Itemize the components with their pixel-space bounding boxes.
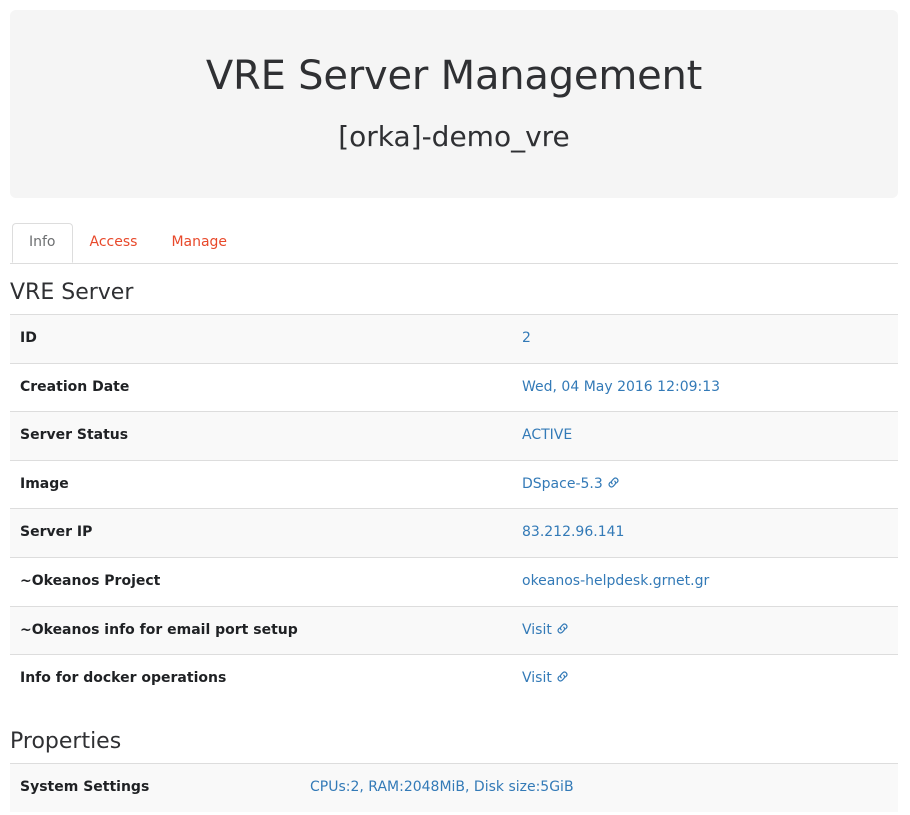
vre-server-table: ID 2 Creation Date Wed, 04 May 2016 12:0… [10,313,898,703]
row-value: okeanos-helpdesk.grnet.gr [512,557,898,607]
section-heading-vre-server: VRE Server [10,279,134,305]
table-row: Creation Date Wed, 04 May 2016 12:09:13 [10,363,898,413]
row-value: Wed, 04 May 2016 12:09:13 [512,363,898,413]
row-value: 83.212.96.141 [512,508,898,558]
image-link[interactable]: DSpace-5.3 [522,476,620,492]
row-value-text: 2 [522,329,531,346]
properties-table: System Settings CPUs:2, RAM:2048MiB, Dis… [10,763,898,812]
table-row: ~Okeanos info for email port setup Visit [10,606,898,656]
page-root: VRE Server Management [orka]-demo_vre In… [0,10,910,812]
status-badge: ACTIVE [522,427,573,444]
row-value: Visit [512,655,898,703]
row-label: Image [10,460,512,510]
chain-link-icon [607,476,620,489]
okeanos-email-visit-link[interactable]: Visit [522,622,569,638]
docker-info-visit-link[interactable]: Visit [522,670,569,686]
page-header-card: VRE Server Management [orka]-demo_vre [10,10,898,198]
row-value: ACTIVE [512,411,898,461]
vre-server-table-body: ID 2 Creation Date Wed, 04 May 2016 12:0… [10,314,898,703]
server-ip-text: 83.212.96.141 [522,524,625,541]
tab-access[interactable]: Access [73,223,155,264]
okeanos-project-text: okeanos-helpdesk.grnet.gr [522,572,710,589]
table-row: Server Status ACTIVE [10,411,898,461]
row-label: Server IP [10,508,512,558]
page-title: VRE Server Management [205,53,703,99]
image-link-text: DSpace-5.3 [522,475,603,492]
section-heading-properties: Properties [10,728,122,754]
chain-link-icon [556,670,569,683]
visit-link-text: Visit [522,670,552,687]
row-label: Info for docker operations [20,670,227,687]
row-value: Visit [512,606,898,656]
page-subtitle: [orka]-demo_vre [338,120,570,153]
table-row: Info for docker operations Visit [10,654,898,703]
table-row: Server IP 83.212.96.141 [10,508,898,558]
visit-link-text: Visit [522,621,552,638]
table-row: ~Okeanos Project okeanos-helpdesk.grnet.… [10,557,898,607]
row-value-text: Wed, 04 May 2016 12:09:13 [522,378,721,395]
row-label: ~Okeanos Project [10,557,512,607]
system-settings-text: CPUs:2, RAM:2048MiB, Disk size:5GiB [310,779,574,796]
row-label: Creation Date [10,363,512,413]
chain-link-icon [556,622,569,635]
tab-manage[interactable]: Manage [154,223,244,264]
tab-info[interactable]: Info [12,222,73,264]
row-label: ~Okeanos info for email port setup [10,606,512,656]
row-value: DSpace-5.3 [512,460,898,510]
row-value: 2 [512,314,898,364]
table-row: ID 2 [10,314,898,364]
row-label: ID [10,314,512,364]
table-row: Image DSpace-5.3 [10,460,898,510]
tab-bar: Info Access Manage [10,222,898,264]
row-label: Server Status [10,411,512,461]
